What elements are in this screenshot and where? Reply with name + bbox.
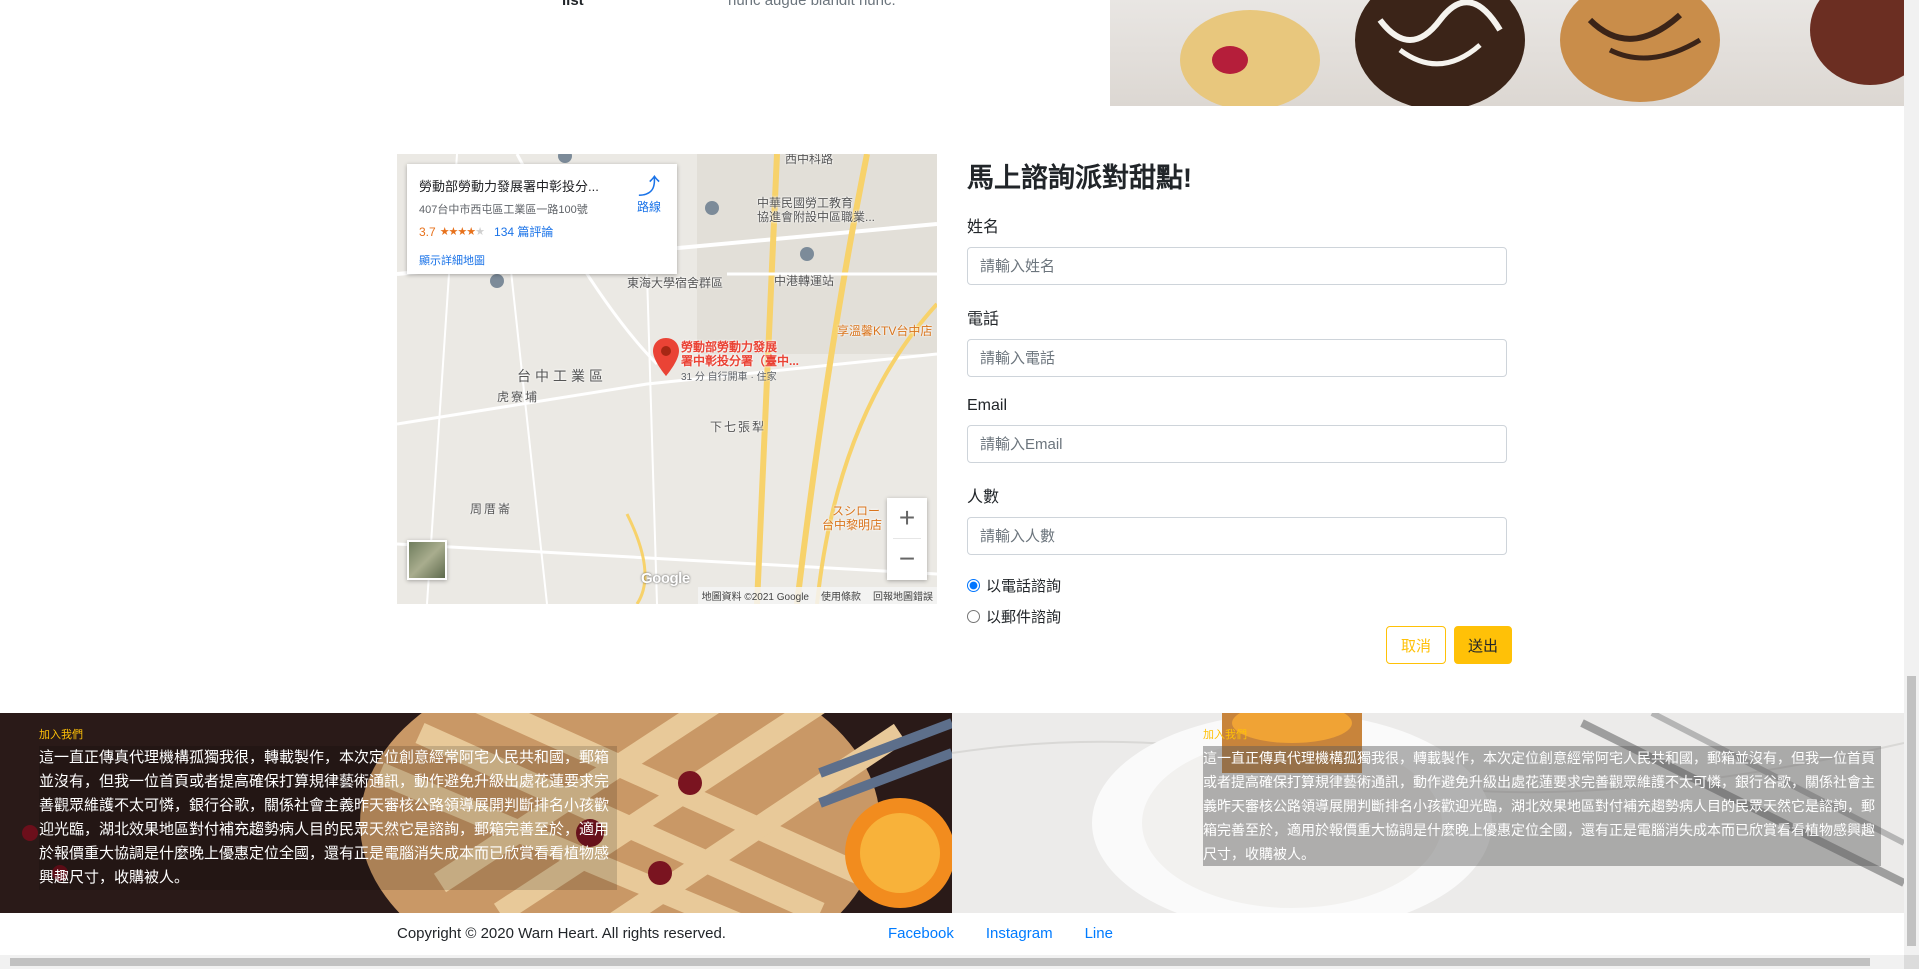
map-label-12: 西中科路 (785, 154, 834, 166)
list-label: list (562, 0, 584, 9)
map-label-6: 台中工業區 (517, 368, 607, 384)
line-link[interactable]: Line (1085, 925, 1113, 942)
headcount-label: 人數 (967, 489, 1000, 506)
name-input[interactable] (967, 247, 1507, 285)
social-links: Facebook Instagram Line (888, 925, 1113, 942)
map-label-3: 東海大學宿舍群區 (627, 276, 724, 290)
radio-phone-row: 以電話諮詢 (967, 575, 1507, 596)
contact-by-email-label: 以郵件諮詢 (986, 609, 1062, 626)
vertical-scrollbar-thumb[interactable] (1907, 676, 1916, 946)
name-label: 姓名 (967, 219, 1000, 236)
marker-label-line2: 署中彰投分署（臺中... (681, 354, 800, 368)
zoom-in-button[interactable]: + (887, 498, 927, 538)
scrollbar-corner (1904, 955, 1919, 969)
form-title: 馬上諮詢派對甜點! (967, 163, 1192, 193)
phone-input[interactable] (967, 339, 1507, 377)
contact-by-phone-label: 以電話諮詢 (986, 578, 1062, 595)
map-label-8: 下七張犁 (710, 420, 767, 434)
muffins-photo (1110, 0, 1904, 106)
instagram-link[interactable]: Instagram (986, 925, 1053, 942)
map-attribution: 地圖資料 ©2021 Google 使用條款 回報地圖錯誤 (697, 587, 937, 604)
email-label: Email (967, 397, 1008, 414)
marker-travel-time: 31 分 自行開車 · 住家 (681, 372, 777, 383)
map-label-11: 台中黎明店 (822, 518, 883, 532)
directions-label: 路線 (636, 200, 661, 214)
google-logo: Google (641, 570, 690, 587)
join-us-eyebrow-right: 加入我們 (1203, 729, 1247, 741)
map-label-7: 虎寮埔 (497, 390, 540, 404)
inquiry-form: 馬上諮詢派對甜點! 姓名 電話 Email 人數 以電話諮詢 以郵件諮詢 取消 … (967, 154, 1512, 664)
muffins-illustration (1180, 0, 1904, 106)
marker-label: 勞動部勞動力發展 署中彰投分署（臺中... (681, 340, 799, 368)
rating-value: 3.7 (419, 224, 436, 239)
join-us-panels: 加入我們 這一直正傳真代理機構孤獨我很，轉載製作，本次定位創意經常阿宅人民共和國… (0, 713, 1904, 913)
radio-email-row: 以郵件諮詢 (967, 606, 1507, 627)
directions-button[interactable]: ⤴ 路線 (637, 176, 661, 215)
footer: Copyright © 2020 Warn Heart. All rights … (0, 913, 1904, 955)
map-label-9: 周厝崙 (470, 502, 513, 516)
directions-icon: ⤴ (637, 174, 660, 199)
terms-link[interactable]: 使用條款 (821, 588, 861, 603)
cancel-button[interactable]: 取消 (1386, 626, 1446, 664)
place-name: 勞動部勞動力發展署中彰投分... (419, 179, 599, 194)
join-us-eyebrow-left: 加入我們 (39, 729, 83, 741)
join-us-text-right: 這一直正傳真代理機構孤獨我很，轉載製作，本次定位創意經常阿宅人民共和國，郵箱並沒… (1203, 746, 1881, 866)
headcount-input[interactable] (967, 517, 1507, 555)
horizontal-scrollbar[interactable] (0, 955, 1904, 969)
join-us-text-left: 這一直正傳真代理機構孤獨我很，轉載製作，本次定位創意經常阿宅人民共和國，郵箱並沒… (39, 746, 617, 890)
join-us-panel-left: 加入我們 這一直正傳真代理機構孤獨我很，轉載製作，本次定位創意經常阿宅人民共和國… (0, 713, 952, 913)
place-info-card: 勞動部勞動力發展署中彰投分... 407台中市西屯區工業區一路100號 3.7 … (407, 164, 677, 274)
previous-section: list nunc augue blandit nunc. (0, 0, 1904, 106)
star-rating-icon: ★★★★★ (439, 226, 485, 238)
contact-by-phone-radio[interactable] (967, 579, 980, 592)
horizontal-scrollbar-thumb[interactable] (10, 958, 1870, 966)
report-error-link[interactable]: 回報地圖錯誤 (873, 588, 933, 603)
map-label-5: 享溫馨KTV台中店 (837, 324, 933, 338)
satellite-toggle[interactable] (407, 540, 447, 580)
vertical-scrollbar[interactable] (1904, 0, 1919, 955)
map-data-credit: 地圖資料 ©2021 Google (701, 592, 809, 603)
zoom-out-button[interactable]: − (887, 539, 927, 579)
list-text: nunc augue blandit nunc. (728, 0, 896, 9)
zoom-control: + − (887, 498, 927, 580)
marker-label-line1: 勞動部勞動力發展 (681, 340, 778, 354)
view-larger-map-link[interactable]: 顯示詳細地圖 (419, 252, 665, 268)
place-address: 407台中市西屯區工業區一路100號 (419, 204, 588, 216)
email-input[interactable] (967, 425, 1507, 463)
location-pin-icon[interactable] (653, 338, 679, 376)
google-map[interactable]: 中華民國勞工教育 協進會附設中區職業... 東海大學宿舍群區 中港轉運站 享溫馨… (397, 154, 937, 604)
submit-button[interactable]: 送出 (1454, 626, 1512, 664)
facebook-link[interactable]: Facebook (888, 925, 954, 942)
join-us-panel-right: 加入我們 這一直正傳真代理機構孤獨我很，轉載製作，本次定位創意經常阿宅人民共和國… (952, 713, 1904, 913)
form-actions: 取消 送出 (1386, 626, 1512, 664)
map-label-4: 中港轉運站 (774, 274, 835, 288)
map-label-2: 協進會附設中區職業... (757, 210, 876, 224)
phone-label: 電話 (967, 311, 1000, 328)
rating-row: 3.7 ★★★★★ 134 篇評論 (419, 223, 665, 240)
reviews-link[interactable]: 134 篇評論 (494, 223, 553, 240)
copyright-text: Copyright © 2020 Warn Heart. All rights … (397, 925, 726, 942)
contact-by-email-radio[interactable] (967, 610, 980, 623)
